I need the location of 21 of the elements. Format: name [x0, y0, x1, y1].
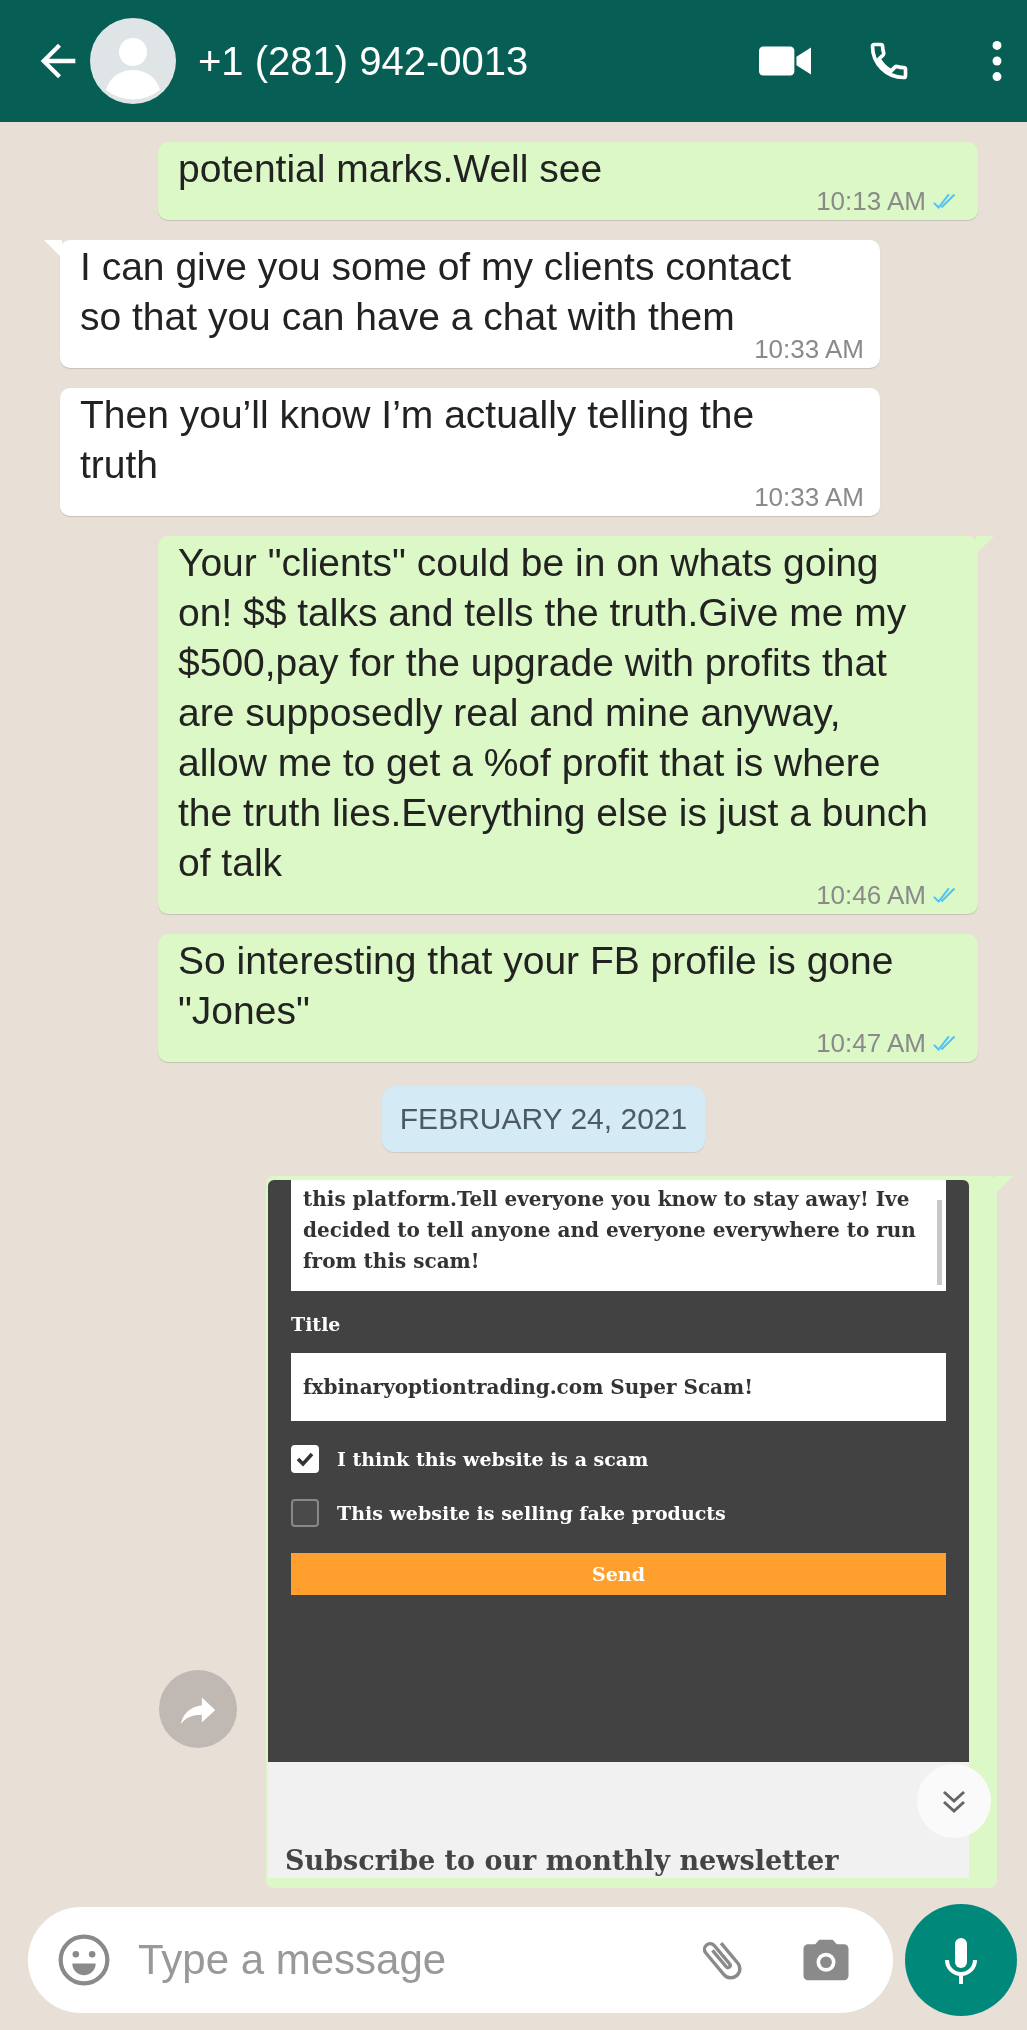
review-text: this platform.Tell everyone you know to stay away! Ive decided to tell anyone and everyone everywhere to run from this scam!: [303, 1186, 917, 1275]
message-time: 10:13 AM: [816, 186, 926, 216]
title-field[interactable]: fxbinaryoptiontrading.com Super Scam!: [291, 1353, 946, 1421]
message-text: potential marks.Well see: [178, 146, 604, 192]
microphone-button[interactable]: [905, 1904, 1017, 2016]
message-field[interactable]: Type a message: [136, 1935, 695, 1985]
message-text: Then you’ll know I’m actually telling the truth: [80, 392, 756, 488]
contact-name[interactable]: +1 (281) 942-0013: [198, 38, 529, 84]
video-call-icon[interactable]: [759, 44, 811, 78]
scroll-down-icon[interactable]: [915, 1762, 993, 1840]
avatar-icon[interactable]: [90, 18, 176, 104]
emoji-icon[interactable]: [56, 1932, 112, 1988]
menu-icon[interactable]: [991, 41, 1003, 81]
checkbox-label: I think this website is a scam: [337, 1448, 649, 1470]
message-bar[interactable]: Type a message: [28, 1907, 893, 2013]
checkbox-label: This website is selling fake products: [337, 1502, 726, 1524]
title-label: Title: [291, 1313, 342, 1335]
checkbox[interactable]: [291, 1499, 319, 1527]
review-text-area[interactable]: this platform.Tell everyone you know to stay away! Ive decided to tell anyone and everyone everywhere to run from this scam!: [291, 1180, 946, 1291]
newsletter-heading: Subscribe to our monthly newsletter: [285, 1845, 839, 1878]
message-time: 10:33 AM: [754, 482, 864, 512]
